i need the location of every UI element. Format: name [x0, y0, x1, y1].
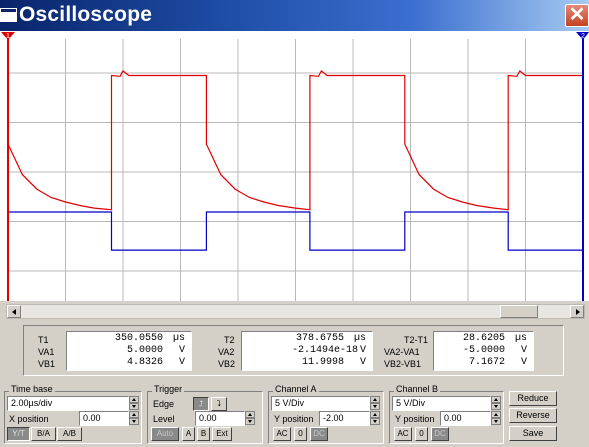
channel-a-ypos-spinner[interactable] [370, 411, 380, 426]
channel-b-group: Channel B 5 V/Div Y position 0.00 AC 0 D… [389, 384, 504, 444]
channel-b-zero-button[interactable]: 0 [415, 427, 428, 441]
readout-label-vb2-vb1: VB2-VB1 [384, 359, 422, 369]
close-icon: ✕ [568, 4, 586, 26]
spin-down-icon[interactable] [491, 403, 501, 410]
channel-b-dc-button[interactable]: DC [431, 427, 449, 441]
oscilloscope-screen: 1 2 [0, 31, 589, 301]
readout-label-t2: T2 [224, 335, 235, 345]
channel-b-ac-button[interactable]: AC [394, 427, 412, 441]
spin-down-icon[interactable] [129, 403, 139, 410]
channel-a-ac-button[interactable]: AC [273, 427, 291, 441]
channel-a-dc-button[interactable]: DC [310, 427, 328, 441]
trigger-auto-button[interactable]: Auto [151, 427, 179, 441]
spin-down-icon[interactable] [245, 418, 255, 425]
spin-up-icon[interactable] [129, 396, 139, 403]
title-bar: Oscilloscope ✕ [0, 0, 589, 31]
readout-label-va2: VA2 [218, 347, 235, 357]
level-field[interactable]: 0.00 [195, 411, 245, 426]
trigger-a-button[interactable]: A [182, 427, 195, 441]
readout-row: 4.8326 V [126, 357, 185, 368]
readout-row: 5.0000 V [126, 345, 185, 356]
level-spinner[interactable] [245, 411, 255, 426]
save-button[interactable]: Save [509, 426, 557, 441]
readout-row: 350.0550 µs [114, 333, 185, 344]
channel-a-scale[interactable]: 5 V/Div [271, 396, 370, 411]
spin-down-icon[interactable] [129, 418, 139, 425]
readout-box-1: 350.0550 µs 5.0000 V 4.8326 V [66, 331, 192, 371]
x-position-label: X position [9, 414, 49, 424]
x-position-spinner[interactable] [129, 411, 139, 426]
spin-up-icon[interactable] [245, 411, 255, 418]
trigger-group: Trigger Edge ⮥ ⮧ Level 0.00 Auto A B Ext [147, 384, 263, 444]
readout-row: -5.0000 V [462, 345, 527, 356]
readout-label-t1: T1 [38, 335, 49, 345]
time-scrollbar[interactable] [6, 304, 585, 319]
channel-a-ypos-field[interactable]: -2.00 [319, 411, 370, 426]
spin-up-icon[interactable] [370, 411, 380, 418]
waveform-display: 1 2 [0, 31, 589, 301]
channel-a-scale-spinner[interactable] [370, 396, 380, 411]
close-button[interactable]: ✕ [565, 4, 589, 27]
trigger-b-button[interactable]: B [197, 427, 210, 441]
trigger-title: Trigger [152, 384, 185, 394]
spin-down-icon[interactable] [370, 403, 380, 410]
trigger-ext-button[interactable]: Ext [212, 427, 232, 441]
readout-label-vb2: VB2 [218, 359, 236, 369]
cursor-1-label: 1 [6, 33, 10, 40]
edge-label: Edge [153, 399, 175, 409]
readout-row: 28.6205 µs [462, 333, 527, 344]
scrollbar-thumb[interactable] [500, 305, 538, 318]
x-position-field[interactable]: 0.00 [79, 411, 129, 426]
reverse-button[interactable]: Reverse [509, 408, 557, 423]
scroll-left-button[interactable] [7, 305, 21, 318]
scroll-right-button[interactable] [570, 305, 584, 318]
arrow-left-icon [12, 309, 16, 315]
spin-up-icon[interactable] [491, 396, 501, 403]
channel-b-title: Channel B [394, 384, 441, 394]
cursor-2-label: 2 [581, 33, 585, 40]
edge-falling-button[interactable]: ⮧ [211, 397, 227, 411]
timebase-spinner[interactable] [129, 396, 139, 411]
readout-label-va2-va1: VA2-VA1 [384, 347, 420, 357]
channel-a-zero-button[interactable]: 0 [294, 427, 307, 441]
channel-b-scale[interactable]: 5 V/Div [392, 396, 491, 411]
readout-row: 7.1672 V [468, 357, 527, 368]
spin-down-icon[interactable] [370, 418, 380, 425]
timebase-title: Time base [9, 384, 55, 394]
cursor-readout-panel: T1 VA1 VB1 350.0550 µs 5.0000 V 4.8326 V T2… [23, 325, 564, 376]
readout-box-3: 28.6205 µs -5.0000 V 7.1672 V [433, 331, 534, 371]
channel-a-ypos-label: Y position [274, 414, 314, 424]
reduce-button[interactable]: Reduce [509, 391, 557, 406]
channel-a-title: Channel A [273, 384, 319, 394]
channel-b-ypos-label: Y position [395, 414, 435, 424]
edge-rising-button[interactable]: ⮥ [193, 397, 209, 411]
spin-up-icon[interactable] [370, 396, 380, 403]
level-label: Level [153, 414, 175, 424]
timebase-value[interactable]: 2.00µs/div [7, 396, 129, 411]
readout-box-2: 378.6755 µs -2.1494e-18 V 11.9998 V [241, 331, 373, 371]
mode-ba-button[interactable]: B/A [31, 427, 56, 441]
readout-row: 378.6755 µs [295, 333, 366, 344]
channel-b-ypos-spinner[interactable] [491, 411, 501, 426]
spin-down-icon[interactable] [491, 418, 501, 425]
channel-b-scale-spinner[interactable] [491, 396, 501, 411]
mode-ab-button[interactable]: A/B [57, 427, 82, 441]
readout-label-va1: VA1 [38, 347, 55, 357]
readout-row: 11.9998 V [301, 357, 366, 368]
channel-b-ypos-field[interactable]: 0.00 [440, 411, 491, 426]
arrow-right-icon [576, 309, 580, 315]
window-icon [0, 8, 17, 22]
spin-up-icon[interactable] [491, 411, 501, 418]
readout-label-t2-t1: T2-T1 [404, 335, 429, 345]
window-title: Oscilloscope [19, 3, 153, 26]
mode-yt-button[interactable]: Y/T [7, 427, 30, 441]
readout-row: -2.1494e-18 V [291, 345, 366, 356]
readout-label-vb1: VB1 [38, 359, 56, 369]
channel-a-group: Channel A 5 V/Div Y position -2.00 AC 0 … [268, 384, 384, 444]
spin-up-icon[interactable] [129, 411, 139, 418]
timebase-group: Time base 2.00µs/div X position 0.00 Y/T… [4, 384, 142, 444]
